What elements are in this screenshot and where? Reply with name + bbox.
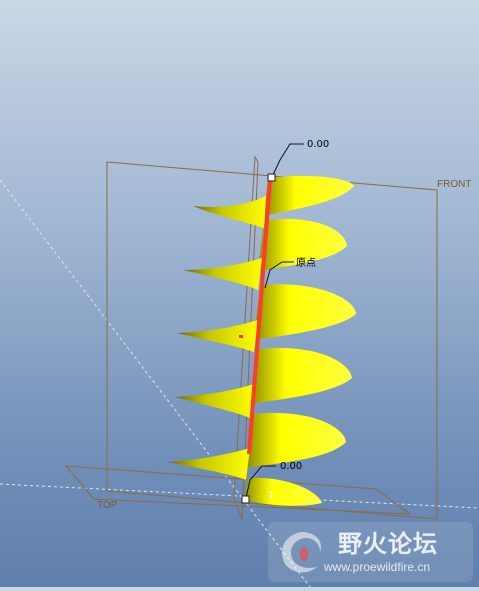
origin-label: 原点 — [296, 257, 316, 269]
sweep-lobe-right — [244, 477, 322, 506]
top-dimension-value[interactable]: 0.00 — [307, 139, 329, 150]
top-plane-label: TOP — [97, 500, 118, 511]
partial-label: 1 — [268, 490, 274, 501]
sweep-lobe-left — [177, 320, 258, 352]
top-dimension-leader — [271, 143, 304, 178]
sweep-lobe-left — [183, 258, 262, 290]
sweep-lobe-right — [250, 347, 352, 404]
front-plane-label: FRONT — [437, 179, 471, 190]
sweep-lobe-right — [254, 284, 356, 340]
sketch-point-marker — [239, 335, 243, 338]
sweep-lobe-right — [264, 175, 354, 216]
top-drag-handle[interactable] — [267, 173, 276, 182]
helical-sweep-surface[interactable] — [168, 175, 356, 506]
axis-dashed-horizontal — [0, 483, 479, 509]
sweep-lobe-left — [193, 196, 266, 228]
sweep-lobe-left — [175, 384, 254, 418]
bottom-dimension-value[interactable]: 0.00 — [280, 461, 302, 472]
bottom-drag-handle[interactable] — [241, 495, 250, 504]
watermark-title: 野火论坛 — [338, 530, 438, 558]
sweep-lobe-left — [168, 448, 250, 480]
front-datum-plane[interactable] — [106, 161, 438, 520]
model-viewport[interactable]: FRONT TOP 0.00 0.00 原点 1 — [0, 0, 479, 588]
sweep-lobe-right — [246, 412, 346, 468]
model-canvas[interactable]: FRONT TOP 0.00 0.00 原点 1 — [0, 0, 479, 588]
watermark-url: www.proewildfire.cn — [324, 560, 431, 574]
forum-watermark: 野火论坛 www.proewildfire.cn — [268, 522, 473, 582]
